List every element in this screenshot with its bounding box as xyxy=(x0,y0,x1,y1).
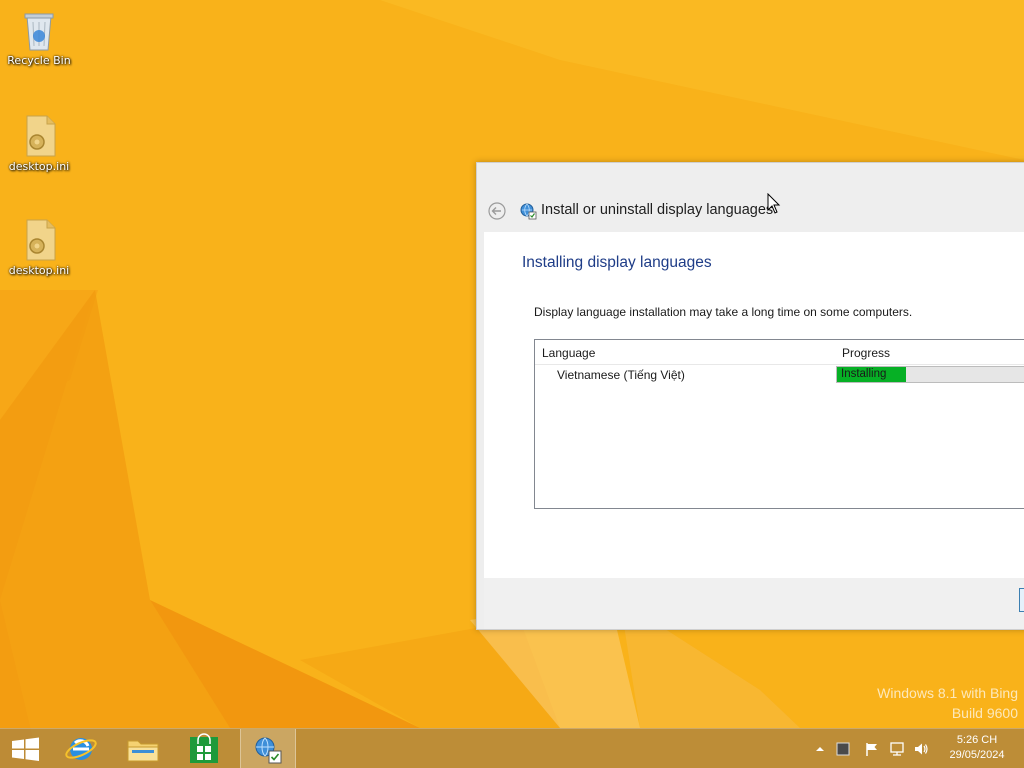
column-header-progress: Progress xyxy=(842,346,891,360)
dialog-content: Installing display languages Display lan… xyxy=(484,232,1024,578)
desktop-icon-label: desktop.ini xyxy=(8,160,70,173)
row-language-name: Vietnamese (Tiếng Việt) xyxy=(557,368,685,382)
show-hidden-icons-icon[interactable] xyxy=(812,741,828,757)
windows-logo-icon xyxy=(12,737,39,761)
taskbar-internet-explorer[interactable] xyxy=(54,729,108,768)
taskbar: 5:26 CH 29/05/2024 xyxy=(0,728,1024,768)
flag-icon[interactable] xyxy=(864,741,880,757)
install-progress-bar: Installing xyxy=(836,366,1024,383)
start-button[interactable] xyxy=(0,729,54,768)
folder-icon xyxy=(127,740,159,762)
internet-explorer-icon xyxy=(65,738,97,760)
mouse-cursor-icon xyxy=(767,193,781,214)
taskbar-language-install[interactable] xyxy=(240,729,296,768)
desktop-icon-label: desktop.ini xyxy=(8,264,70,277)
taskbar-store[interactable] xyxy=(178,729,232,768)
back-button[interactable] xyxy=(488,202,506,220)
language-install-icon xyxy=(255,737,282,764)
column-header-language: Language xyxy=(542,346,596,360)
dialog-header: Install or uninstall display languages xyxy=(477,191,1024,231)
settings-file-icon xyxy=(19,216,59,262)
footer-button[interactable] xyxy=(1019,588,1024,612)
clock-date: 29/05/2024 xyxy=(949,749,1005,761)
desktop-icon-desktop-ini[interactable]: desktop.ini xyxy=(0,112,78,174)
taskbar-clock[interactable]: 5:26 CH 29/05/2024 xyxy=(935,733,1019,763)
watermark-line-edition: Windows 8.1 with Bing xyxy=(877,685,1018,701)
page-heading: Installing display languages xyxy=(522,254,712,271)
settings-file-icon xyxy=(19,112,59,158)
network-icon[interactable] xyxy=(889,741,905,757)
recycle-bin-icon xyxy=(19,6,59,52)
dialog-title: Install or uninstall display languages xyxy=(541,202,774,218)
language-progress-table: Language Progress Vietnamese (Tiếng Việt… xyxy=(534,339,1024,509)
desktop-icon-recycle-bin[interactable]: Recycle Bin xyxy=(0,6,78,68)
desktop: Recycle Bin desktop.ini desktop.ini Inst… xyxy=(0,0,1024,768)
store-icon xyxy=(190,733,218,763)
install-language-dialog: Install or uninstall display languages I… xyxy=(476,162,1024,630)
desktop-icon-desktop-ini-2[interactable]: desktop.ini xyxy=(0,216,78,278)
windows-build-watermark: Windows 8.1 with Bing Build 9600 xyxy=(877,683,1018,723)
progress-status-text: Installing xyxy=(841,368,887,380)
header-divider xyxy=(535,364,1024,365)
volume-icon[interactable] xyxy=(913,741,929,757)
page-description: Display language installation may take a… xyxy=(534,305,913,319)
taskbar-file-explorer[interactable] xyxy=(116,729,170,768)
dialog-footer xyxy=(484,578,1024,629)
desktop-icon-label: Recycle Bin xyxy=(7,54,71,67)
watermark-line-build: Build 9600 xyxy=(951,705,1018,721)
back-arrow-icon xyxy=(488,202,506,220)
action-center-square-icon[interactable] xyxy=(835,741,851,757)
clock-time: 5:26 CH xyxy=(956,734,998,746)
language-globe-icon xyxy=(520,203,537,220)
